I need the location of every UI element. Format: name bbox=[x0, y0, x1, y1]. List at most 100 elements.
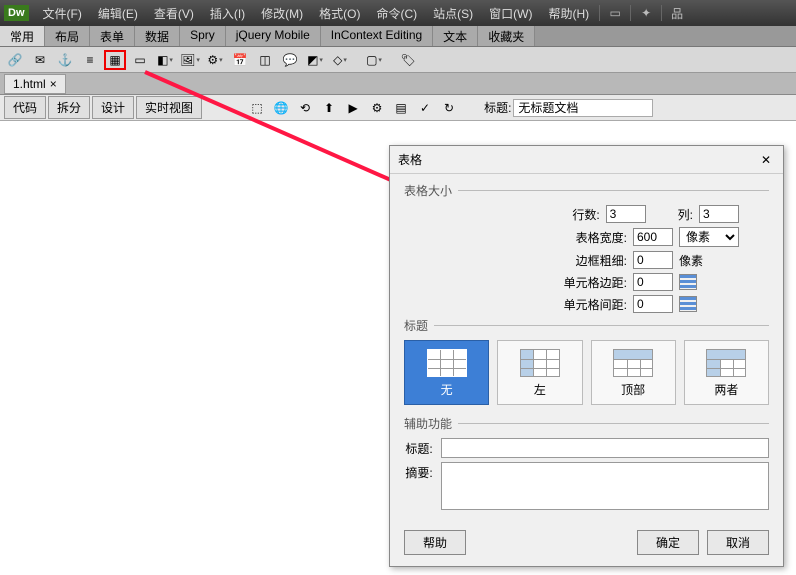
hyperlink-icon[interactable]: 🔗 bbox=[4, 50, 26, 70]
site-icon[interactable]: 品 bbox=[669, 5, 685, 21]
cols-label: 列: bbox=[678, 206, 693, 223]
ok-button[interactable]: 确定 bbox=[637, 530, 699, 555]
file-tab-label: 1.html bbox=[13, 77, 46, 91]
rows-input[interactable] bbox=[606, 205, 646, 223]
template-icon[interactable]: ▢ bbox=[363, 50, 385, 70]
upload-icon[interactable]: ⬆ bbox=[318, 98, 340, 118]
live-code-icon[interactable]: ⬚ bbox=[246, 98, 268, 118]
hr-icon[interactable]: ≡ bbox=[79, 50, 101, 70]
table-dialog: 表格 ✕ 表格大小 行数: 列: 表格宽度: 像素 边框粗细: 像素 单元格边距… bbox=[389, 145, 784, 567]
dialog-title: 表格 bbox=[398, 151, 422, 168]
insert-tabbar: 常用 布局 表单 数据 Spry jQuery Mobile InContext… bbox=[0, 26, 796, 47]
tab-data[interactable]: 数据 bbox=[135, 26, 180, 46]
view-live[interactable]: 实时视图 bbox=[136, 96, 202, 119]
ruler-icon[interactable]: ▤ bbox=[390, 98, 412, 118]
options-icon[interactable]: ⚙ bbox=[366, 98, 388, 118]
cellpad-icon bbox=[679, 274, 697, 290]
media-icon[interactable]: ⚙ bbox=[204, 50, 226, 70]
nav-icon[interactable]: ↻ bbox=[438, 98, 460, 118]
section-acc-label: 辅助功能 bbox=[404, 415, 452, 432]
title-label: 标题: bbox=[484, 99, 511, 116]
header-top[interactable]: 顶部 bbox=[591, 340, 676, 405]
width-input[interactable] bbox=[633, 228, 673, 246]
script-icon[interactable]: ◇ bbox=[329, 50, 351, 70]
cellspace-icon bbox=[679, 296, 697, 312]
div-icon[interactable]: ▭ bbox=[129, 50, 151, 70]
cellpad-label: 单元格边距: bbox=[564, 274, 627, 291]
section-size-label: 表格大小 bbox=[404, 182, 452, 199]
separator bbox=[661, 5, 662, 21]
rows-label: 行数: bbox=[572, 206, 599, 223]
tag-icon[interactable]: 🏷 bbox=[397, 50, 419, 70]
ssi-icon[interactable]: ◫ bbox=[254, 50, 276, 70]
tab-forms[interactable]: 表单 bbox=[90, 26, 135, 46]
view-split[interactable]: 拆分 bbox=[48, 96, 90, 119]
border-unit: 像素 bbox=[679, 252, 739, 269]
tab-ice[interactable]: InContext Editing bbox=[321, 26, 433, 46]
help-button[interactable]: 帮助 bbox=[404, 530, 466, 555]
image-icon[interactable]: 🖼 bbox=[179, 50, 201, 70]
tab-fav[interactable]: 收藏夹 bbox=[478, 26, 535, 46]
refresh-icon[interactable]: ⟲ bbox=[294, 98, 316, 118]
width-label: 表格宽度: bbox=[576, 229, 627, 246]
separator bbox=[630, 5, 631, 21]
separator bbox=[388, 50, 394, 70]
comment-icon[interactable]: 💬 bbox=[279, 50, 301, 70]
widget-icon[interactable]: ◧ bbox=[154, 50, 176, 70]
menu-help[interactable]: 帮助(H) bbox=[540, 5, 597, 22]
anchor-icon[interactable]: ⚓ bbox=[54, 50, 76, 70]
menu-file[interactable]: 文件(F) bbox=[35, 5, 90, 22]
tab-layout[interactable]: 布局 bbox=[45, 26, 90, 46]
tab-jquery[interactable]: jQuery Mobile bbox=[226, 26, 321, 46]
title-input[interactable] bbox=[513, 99, 653, 117]
play-icon[interactable]: ▶ bbox=[342, 98, 364, 118]
header-both[interactable]: 两者 bbox=[684, 340, 769, 405]
menubar: Dw 文件(F) 编辑(E) 查看(V) 插入(I) 修改(M) 格式(O) 命… bbox=[0, 0, 796, 26]
summary-label: 摘要: bbox=[404, 462, 433, 481]
cancel-button[interactable]: 取消 bbox=[707, 530, 769, 555]
menu-format[interactable]: 格式(O) bbox=[311, 5, 368, 22]
caption-label: 标题: bbox=[404, 438, 433, 457]
menu-modify[interactable]: 修改(M) bbox=[253, 5, 311, 22]
summary-textarea[interactable] bbox=[441, 462, 769, 510]
menu-site[interactable]: 站点(S) bbox=[425, 5, 481, 22]
separator bbox=[354, 50, 360, 70]
caption-input[interactable] bbox=[441, 438, 769, 458]
menu-view[interactable]: 查看(V) bbox=[146, 5, 202, 22]
table-icon[interactable]: ▦ bbox=[104, 50, 126, 70]
check-icon[interactable]: ✓ bbox=[414, 98, 436, 118]
cellspace-input[interactable] bbox=[633, 295, 673, 313]
tab-spry[interactable]: Spry bbox=[180, 26, 226, 46]
tab-common[interactable]: 常用 bbox=[0, 26, 45, 46]
browser-icon[interactable]: 🌐 bbox=[270, 98, 292, 118]
menu-window[interactable]: 窗口(W) bbox=[481, 5, 540, 22]
date-icon[interactable]: 📅 bbox=[229, 50, 251, 70]
view-code[interactable]: 代码 bbox=[4, 96, 46, 119]
view-toolbar: 代码 拆分 设计 实时视图 ⬚ 🌐 ⟲ ⬆ ▶ ⚙ ▤ ✓ ↻ 标题: bbox=[0, 95, 796, 121]
header-left[interactable]: 左 bbox=[497, 340, 582, 405]
menu-edit[interactable]: 编辑(E) bbox=[90, 5, 146, 22]
cols-input[interactable] bbox=[699, 205, 739, 223]
menu-insert[interactable]: 插入(I) bbox=[202, 5, 253, 22]
cellpad-input[interactable] bbox=[633, 273, 673, 291]
extend-icon[interactable]: ✦ bbox=[638, 5, 654, 21]
email-icon[interactable]: ✉ bbox=[29, 50, 51, 70]
app-logo: Dw bbox=[4, 5, 29, 21]
view-design[interactable]: 设计 bbox=[92, 96, 134, 119]
insert-toolbar: 🔗 ✉ ⚓ ≡ ▦ ▭ ◧ 🖼 ⚙ 📅 ◫ 💬 ◩ ◇ ▢ 🏷 bbox=[0, 47, 796, 73]
section-header-label: 标题 bbox=[404, 317, 428, 334]
width-unit-select[interactable]: 像素 bbox=[679, 227, 739, 247]
menu-command[interactable]: 命令(C) bbox=[368, 5, 425, 22]
head-icon[interactable]: ◩ bbox=[304, 50, 326, 70]
tab-text[interactable]: 文本 bbox=[433, 26, 478, 46]
file-tab[interactable]: 1.html × bbox=[4, 74, 66, 94]
header-none[interactable]: 无 bbox=[404, 340, 489, 405]
separator bbox=[599, 5, 600, 21]
file-tabs: 1.html × bbox=[0, 73, 796, 95]
dialog-titlebar[interactable]: 表格 ✕ bbox=[390, 146, 783, 174]
border-input[interactable] bbox=[633, 251, 673, 269]
close-icon[interactable]: ✕ bbox=[757, 151, 775, 169]
close-icon[interactable]: × bbox=[50, 77, 57, 91]
layout-icon[interactable]: ▭ bbox=[607, 5, 623, 21]
border-label: 边框粗细: bbox=[576, 252, 627, 269]
